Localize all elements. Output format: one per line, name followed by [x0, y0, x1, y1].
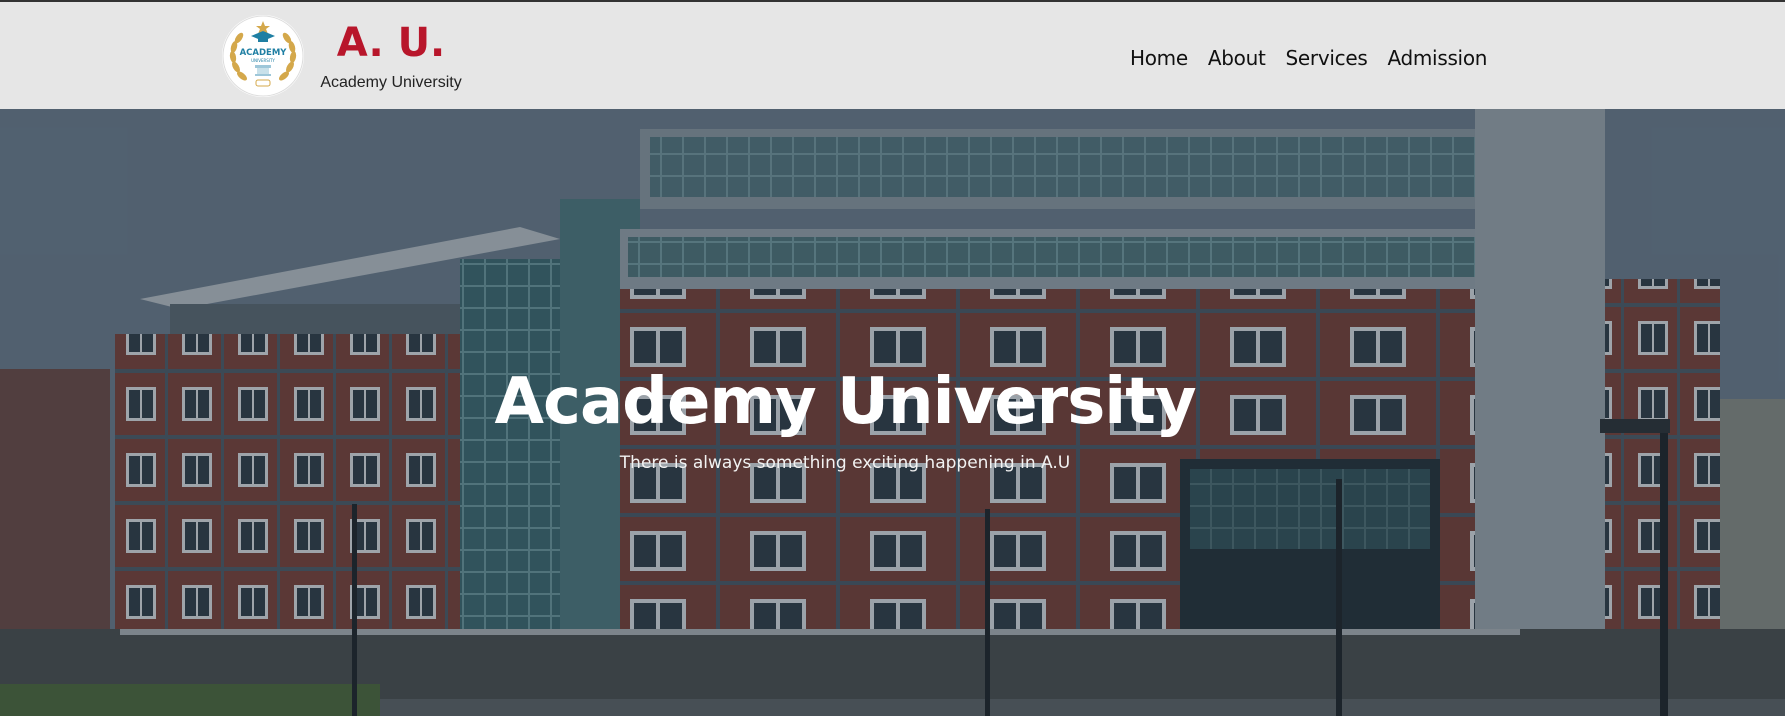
main-nav: Home About Services Admission — [1120, 46, 1497, 70]
university-logo[interactable]: ACADEMY UNIVERSITY — [222, 15, 304, 97]
brand-name: Academy University — [320, 74, 462, 91]
nav-admission[interactable]: Admission — [1377, 46, 1497, 70]
navbar: ACADEMY UNIVERSITY A. U. Academy Univers… — [0, 2, 1785, 109]
laurel-crest-icon: ACADEMY UNIVERSITY — [222, 15, 304, 97]
hero-subtitle: There is always something exciting happe… — [619, 453, 1071, 473]
svg-text:UNIVERSITY: UNIVERSITY — [251, 58, 275, 63]
brand-abbreviation[interactable]: A. U. — [300, 20, 482, 66]
hero-section: Academy University There is always somet… — [0, 109, 1785, 716]
nav-services[interactable]: Services — [1276, 46, 1378, 70]
nav-about[interactable]: About — [1198, 46, 1276, 70]
hero-title: Academy University — [494, 365, 1196, 439]
svg-text:ACADEMY: ACADEMY — [240, 48, 288, 58]
nav-home[interactable]: Home — [1120, 46, 1198, 70]
